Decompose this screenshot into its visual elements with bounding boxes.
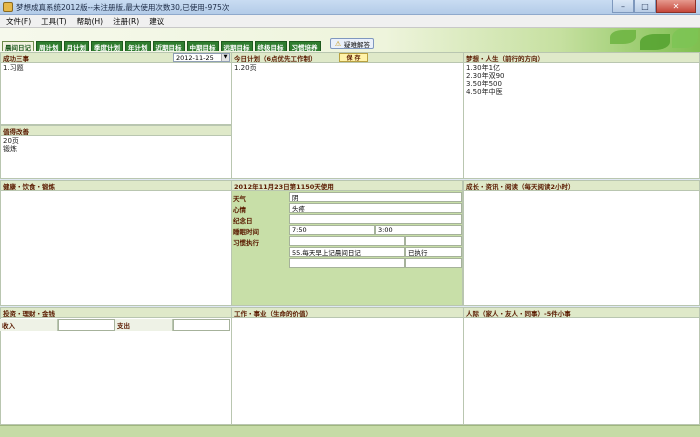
panel-improve: 值得改善 20页 锻炼 bbox=[0, 125, 232, 179]
success-text[interactable]: 1.习题 bbox=[1, 63, 231, 73]
panel-growth: 成长・资讯・阅读（每天阅读2小时） bbox=[463, 180, 700, 306]
menu-tools[interactable]: 工具(T) bbox=[41, 16, 66, 27]
window-title: 梦想成真系统2012版--未注册版,最大使用次数30,已使用-975次 bbox=[16, 3, 230, 12]
panel-title: 健康・饮食・锻炼 bbox=[1, 181, 231, 191]
habit-item-field[interactable] bbox=[289, 258, 405, 268]
close-button[interactable]: ✕ bbox=[656, 0, 696, 13]
leaf-decoration bbox=[640, 34, 670, 50]
date-picker[interactable]: 2012-11-25 ▼ bbox=[173, 53, 230, 62]
tab-week-plan[interactable]: 周计划 bbox=[36, 41, 62, 52]
tab-year-plan[interactable]: 年计划 bbox=[125, 41, 151, 52]
habit-field[interactable] bbox=[289, 236, 405, 246]
panel-title: 成长・资讯・阅读（每天阅读2小时） bbox=[464, 181, 699, 191]
mood-label: 心情 bbox=[233, 205, 246, 214]
list-item: 3.50年500 bbox=[466, 80, 502, 88]
list-item: 1.20页 bbox=[234, 64, 257, 72]
panel-title: 投资・理财・金钱 bbox=[1, 308, 231, 318]
growth-text[interactable] bbox=[464, 191, 699, 301]
menu-file[interactable]: 文件(F) bbox=[6, 16, 31, 27]
help-button-label: 疑难解答 bbox=[344, 40, 370, 49]
tab-ultimate-goal[interactable]: 终极目标 bbox=[254, 41, 287, 52]
tab-month-plan[interactable]: 月计划 bbox=[63, 41, 89, 52]
save-button[interactable]: 保 存 bbox=[339, 53, 368, 62]
tab-mid-goal[interactable]: 中期目标 bbox=[186, 41, 219, 52]
today-plan-text[interactable]: 1.20页 bbox=[232, 63, 463, 73]
list-item: 20页 bbox=[3, 137, 19, 145]
panel-title: 值得改善 bbox=[1, 126, 231, 136]
weather-field[interactable]: 阴 bbox=[289, 192, 462, 202]
status-bar bbox=[0, 425, 700, 437]
tab-long-goal[interactable]: 远期目标 bbox=[220, 41, 253, 52]
panel-title: 工作・事业（生命的价值） bbox=[232, 308, 463, 318]
panel-title: 2012年11月23日第1150天使用 bbox=[232, 181, 462, 191]
menu-help[interactable]: 帮助(H) bbox=[77, 16, 104, 27]
list-item: 1.30年1亿 bbox=[466, 64, 501, 72]
habit-status-field[interactable]: 已执行 bbox=[405, 247, 462, 257]
habit-status-field[interactable] bbox=[405, 236, 462, 246]
panel-work: 工作・事业（生命的价值） bbox=[231, 307, 464, 425]
tab-habit[interactable]: 习惯培养 bbox=[288, 41, 321, 52]
tab-near-goal[interactable]: 近期目标 bbox=[152, 41, 185, 52]
panel-today-plan: 今日计划（6点优先工作制） 1.20页 bbox=[231, 52, 464, 179]
date-value: 2012-11-25 bbox=[176, 53, 214, 62]
warning-icon: ⚠ bbox=[334, 39, 342, 48]
expense-label: 支出 bbox=[115, 319, 173, 331]
memorial-label: 纪念日 bbox=[233, 216, 253, 225]
mood-field[interactable]: 头疼 bbox=[289, 203, 462, 213]
habit-item-field[interactable]: 55.每天早上记晨间日记 bbox=[289, 247, 405, 257]
health-text[interactable] bbox=[1, 191, 231, 301]
list-item: 4.50年中医 bbox=[466, 88, 503, 96]
menu-suggest[interactable]: 建议 bbox=[149, 16, 164, 27]
list-item: 1.习题 bbox=[3, 64, 24, 72]
panel-title: 梦想・人生（前行的方向） bbox=[464, 53, 699, 63]
maximize-button[interactable]: □ bbox=[634, 0, 656, 13]
ledger-row: 收入 支出 bbox=[0, 319, 230, 331]
panel-dream: 梦想・人生（前行的方向） 1.30年1亿 2.30年双90 3.50年500 4… bbox=[463, 52, 700, 179]
title-bar: 梦想成真系统2012版--未注册版,最大使用次数30,已使用-975次 – □ … bbox=[0, 0, 700, 15]
panel-title: 人际（家人・友人・同事）-5件小事 bbox=[464, 308, 699, 318]
leaf-decoration bbox=[610, 30, 636, 44]
sleep-end-field[interactable]: 3:00 bbox=[375, 225, 462, 235]
improve-text[interactable]: 20页 锻炼 bbox=[1, 136, 231, 154]
minimize-button[interactable]: – bbox=[612, 0, 634, 13]
app-icon bbox=[3, 2, 13, 12]
income-field[interactable] bbox=[58, 319, 115, 331]
list-item: 锻炼 bbox=[3, 145, 17, 153]
menu-bar: 文件(F) 工具(T) 帮助(H) 注册(R) 建议 bbox=[0, 15, 700, 28]
weather-label: 天气 bbox=[233, 194, 246, 203]
chevron-down-icon[interactable]: ▼ bbox=[221, 54, 229, 61]
tab-bar: 晨间日记 周计划 月计划 季度计划 年计划 近期目标 中期目标 远期目标 终极目… bbox=[2, 41, 323, 52]
list-item: 2.30年双90 bbox=[466, 72, 505, 80]
panel-success: 成功三事 1.习题 bbox=[0, 52, 232, 125]
habit-status-field[interactable] bbox=[405, 258, 462, 268]
memorial-field[interactable] bbox=[289, 214, 462, 224]
tab-quarter-plan[interactable]: 季度计划 bbox=[91, 41, 123, 52]
panel-people: 人际（家人・友人・同事）-5件小事 bbox=[463, 307, 700, 425]
help-button[interactable]: ⚠ 疑难解答 bbox=[330, 38, 374, 49]
habit-label: 习惯执行 bbox=[233, 238, 259, 247]
people-text[interactable] bbox=[464, 318, 699, 422]
dream-text[interactable]: 1.30年1亿 2.30年双90 3.50年500 4.50年中医 bbox=[464, 63, 699, 97]
tab-morning-diary[interactable]: 晨间日记 bbox=[2, 41, 34, 52]
panel-health: 健康・饮食・锻炼 bbox=[0, 180, 232, 306]
panel-day-info: 2012年11月23日第1150天使用 天气 阴 心情 头疼 纪念日 睡眠时间 … bbox=[231, 180, 463, 306]
leaf-decoration bbox=[672, 28, 698, 48]
sleep-start-field[interactable]: 7:50 bbox=[289, 225, 375, 235]
sleep-label: 睡眠时间 bbox=[233, 227, 259, 236]
menu-register[interactable]: 注册(R) bbox=[113, 16, 139, 27]
expense-field[interactable] bbox=[173, 319, 230, 331]
income-label: 收入 bbox=[0, 319, 58, 331]
work-text[interactable] bbox=[232, 318, 463, 422]
